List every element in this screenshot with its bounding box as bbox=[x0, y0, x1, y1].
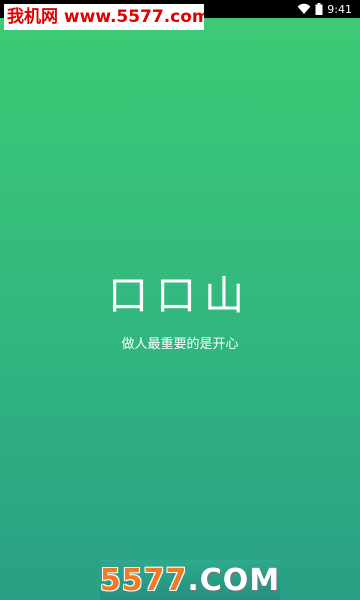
watermark-number: 5577 bbox=[99, 562, 188, 598]
watermark-bottom: 5577 .COM bbox=[100, 560, 280, 600]
app-slogan: 做人最重要的是开心 bbox=[121, 337, 239, 352]
app-title: 口口山 bbox=[108, 273, 252, 319]
status-time: 9:41 bbox=[327, 2, 352, 16]
watermark-top: 我机网 www.5577.com bbox=[4, 4, 204, 30]
wifi-icon bbox=[297, 3, 311, 15]
watermark-domain: .COM bbox=[187, 562, 281, 598]
battery-icon bbox=[315, 3, 323, 15]
status-icons: 9:41 bbox=[297, 0, 352, 18]
splash-content: 口口山 做人最重要的是开心 bbox=[0, 270, 360, 354]
